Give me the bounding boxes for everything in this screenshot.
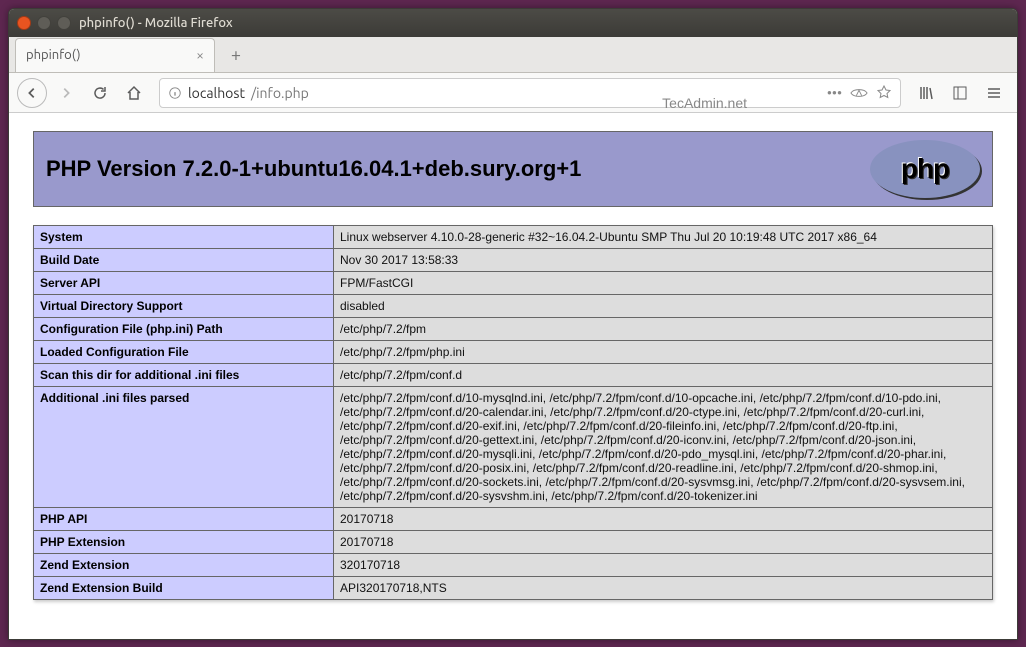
row-value: 20170718 xyxy=(334,508,993,531)
row-label: PHP Extension xyxy=(34,531,334,554)
row-label: Zend Extension xyxy=(34,554,334,577)
home-icon xyxy=(126,85,142,101)
table-row: Build DateNov 30 2017 13:58:33 xyxy=(34,249,993,272)
url-bar[interactable]: localhost/info.php ••• xyxy=(159,78,901,108)
hamburger-icon xyxy=(986,85,1002,101)
maximize-window-button[interactable] xyxy=(57,16,71,30)
info-icon xyxy=(168,86,182,100)
row-label: Additional .ini files parsed xyxy=(34,387,334,508)
row-value: /etc/php/7.2/fpm xyxy=(334,318,993,341)
table-row: Loaded Configuration File/etc/php/7.2/fp… xyxy=(34,341,993,364)
url-path: /info.php xyxy=(251,85,309,101)
row-label: System xyxy=(34,226,334,249)
row-label: PHP API xyxy=(34,508,334,531)
phpinfo-table: SystemLinux webserver 4.10.0-28-generic … xyxy=(33,225,993,600)
row-label: Build Date xyxy=(34,249,334,272)
table-row: Server APIFPM/FastCGI xyxy=(34,272,993,295)
nav-toolbar: localhost/info.php ••• xyxy=(9,73,1017,113)
home-button[interactable] xyxy=(119,78,149,108)
table-row: Virtual Directory Supportdisabled xyxy=(34,295,993,318)
window-controls xyxy=(17,16,71,30)
reader-icon[interactable] xyxy=(850,86,868,100)
row-label: Scan this dir for additional .ini files xyxy=(34,364,334,387)
browser-window: phpinfo() - Mozilla Firefox phpinfo() × … xyxy=(8,8,1018,640)
row-label: Server API xyxy=(34,272,334,295)
row-label: Virtual Directory Support xyxy=(34,295,334,318)
close-window-button[interactable] xyxy=(17,16,31,30)
table-row: Configuration File (php.ini) Path/etc/ph… xyxy=(34,318,993,341)
row-label: Configuration File (php.ini) Path xyxy=(34,318,334,341)
bookmark-star-icon[interactable] xyxy=(876,85,892,101)
sidebar-button[interactable] xyxy=(945,78,975,108)
tab-title: phpinfo() xyxy=(26,48,81,62)
window-title: phpinfo() - Mozilla Firefox xyxy=(79,16,233,30)
back-button[interactable] xyxy=(17,78,47,108)
row-label: Zend Extension Build xyxy=(34,577,334,600)
phpinfo-header: PHP Version 7.2.0-1+ubuntu16.04.1+deb.su… xyxy=(33,131,993,207)
reload-icon xyxy=(92,85,108,101)
close-tab-icon[interactable]: × xyxy=(196,48,204,62)
tab-bar: phpinfo() × + xyxy=(9,37,1017,73)
row-value: /etc/php/7.2/fpm/conf.d/10-mysqlnd.ini, … xyxy=(334,387,993,508)
library-icon xyxy=(918,85,934,101)
row-value: /etc/php/7.2/fpm/conf.d xyxy=(334,364,993,387)
minimize-window-button[interactable] xyxy=(37,16,51,30)
titlebar: phpinfo() - Mozilla Firefox xyxy=(9,9,1017,37)
arrow-right-icon xyxy=(59,86,73,100)
row-value: disabled xyxy=(334,295,993,318)
table-row: Zend Extension320170718 xyxy=(34,554,993,577)
row-value: Nov 30 2017 13:58:33 xyxy=(334,249,993,272)
arrow-left-icon xyxy=(25,86,39,100)
page-actions-icon[interactable]: ••• xyxy=(827,85,842,101)
library-button[interactable] xyxy=(911,78,941,108)
php-logo: php xyxy=(870,140,980,198)
menu-button[interactable] xyxy=(979,78,1009,108)
page-content[interactable]: PHP Version 7.2.0-1+ubuntu16.04.1+deb.su… xyxy=(9,113,1017,639)
table-row: SystemLinux webserver 4.10.0-28-generic … xyxy=(34,226,993,249)
reload-button[interactable] xyxy=(85,78,115,108)
php-version-title: PHP Version 7.2.0-1+ubuntu16.04.1+deb.su… xyxy=(46,156,581,182)
row-label: Loaded Configuration File xyxy=(34,341,334,364)
sidebar-icon xyxy=(952,85,968,101)
browser-tab[interactable]: phpinfo() × xyxy=(15,38,215,72)
new-tab-button[interactable]: + xyxy=(221,40,251,70)
forward-button[interactable] xyxy=(51,78,81,108)
row-value: Linux webserver 4.10.0-28-generic #32~16… xyxy=(334,226,993,249)
table-row: PHP API20170718 xyxy=(34,508,993,531)
row-value: FPM/FastCGI xyxy=(334,272,993,295)
row-value: /etc/php/7.2/fpm/php.ini xyxy=(334,341,993,364)
row-value: 320170718 xyxy=(334,554,993,577)
table-row: PHP Extension20170718 xyxy=(34,531,993,554)
table-row: Zend Extension BuildAPI320170718,NTS xyxy=(34,577,993,600)
table-row: Additional .ini files parsed/etc/php/7.2… xyxy=(34,387,993,508)
table-row: Scan this dir for additional .ini files/… xyxy=(34,364,993,387)
row-value: 20170718 xyxy=(334,531,993,554)
row-value: API320170718,NTS xyxy=(334,577,993,600)
url-host: localhost xyxy=(188,85,245,101)
